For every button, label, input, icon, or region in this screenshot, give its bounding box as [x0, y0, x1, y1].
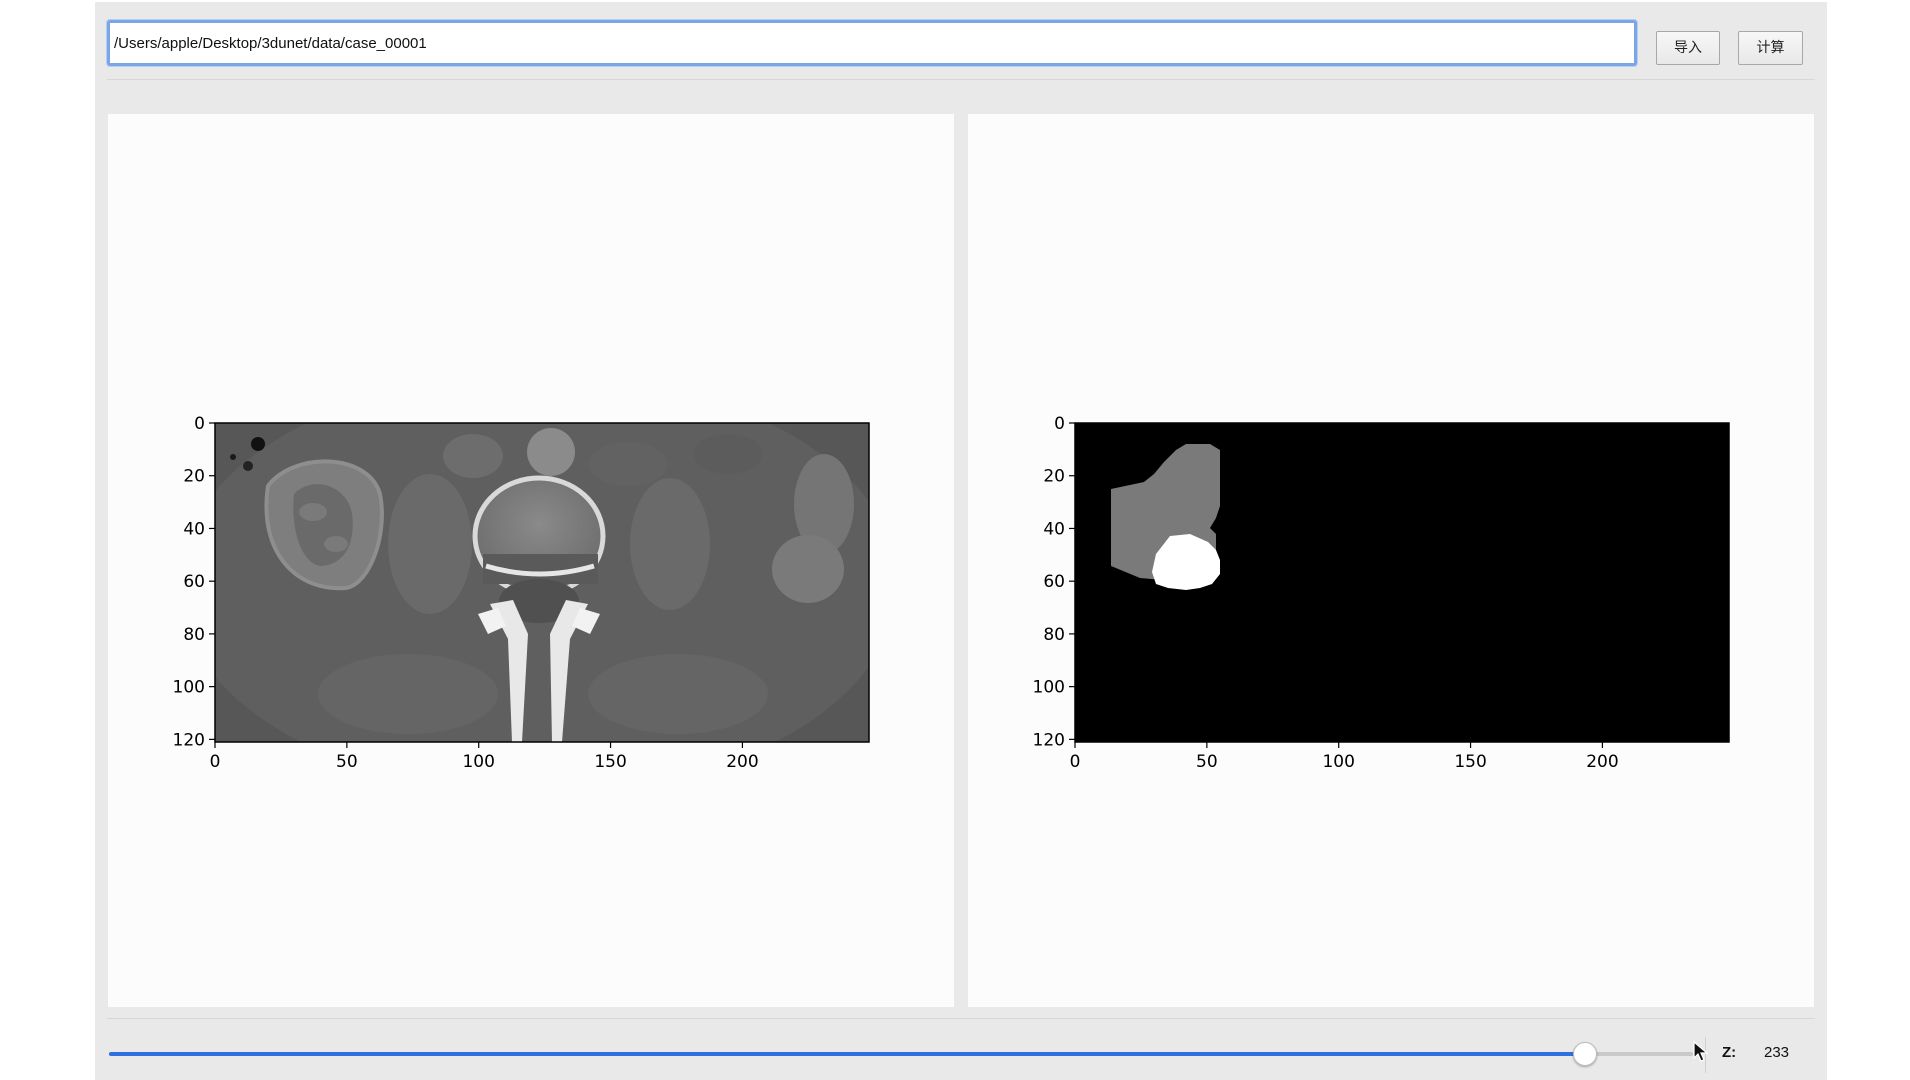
compute-button[interactable]: 计算 — [1738, 31, 1803, 65]
x-tick-label: 0 — [1070, 752, 1081, 772]
footer-divider — [107, 1018, 1815, 1019]
ct-y-axis: 0 20 40 60 80 100 120 — [173, 414, 215, 750]
segmentation-x-axis: 0 50 100 150 200 — [1070, 742, 1619, 772]
x-tick-label: 150 — [1454, 752, 1486, 772]
x-tick-label: 150 — [594, 752, 626, 772]
z-label: Z: — [1722, 1044, 1737, 1061]
ct-plot: 0 50 100 150 200 0 20 40 60 80 100 120 — [173, 414, 870, 772]
ct-x-axis: 0 50 100 150 200 — [210, 742, 759, 772]
ct-image-panel: 0 50 100 150 200 0 20 40 60 80 100 120 — [108, 114, 954, 1007]
z-value: 233 — [1764, 1044, 1790, 1061]
y-tick-label: 40 — [1043, 519, 1065, 539]
y-tick-label: 0 — [194, 414, 205, 434]
x-tick-label: 200 — [726, 752, 758, 772]
y-tick-label: 80 — [1043, 625, 1065, 645]
x-tick-label: 100 — [462, 752, 494, 772]
segmentation-plot: 0 50 100 150 200 0 20 40 60 80 100 120 — [1033, 414, 1730, 772]
x-tick-label: 100 — [1322, 752, 1354, 772]
z-slice-slider[interactable] — [109, 1042, 1693, 1066]
y-tick-label: 20 — [183, 467, 205, 487]
path-input[interactable] — [107, 20, 1637, 66]
segmentation-y-axis: 0 20 40 60 80 100 120 — [1033, 414, 1075, 750]
segmentation-panel: 0 50 100 150 200 0 20 40 60 80 100 120 — [968, 114, 1814, 1007]
y-tick-label: 80 — [183, 625, 205, 645]
y-tick-label: 100 — [173, 678, 205, 698]
y-tick-label: 0 — [1054, 414, 1065, 434]
slider-handle[interactable] — [1573, 1042, 1598, 1066]
y-tick-label: 40 — [183, 519, 205, 539]
x-tick-label: 0 — [210, 752, 221, 772]
import-button[interactable]: 导入 — [1656, 31, 1720, 65]
ct-scan-image — [215, 423, 869, 742]
y-tick-label: 100 — [1033, 678, 1065, 698]
y-tick-label: 60 — [183, 572, 205, 592]
mouse-pointer-icon — [1693, 1041, 1709, 1062]
toolbar-divider — [107, 79, 1815, 80]
y-tick-label: 60 — [1043, 572, 1065, 592]
y-tick-label: 120 — [1033, 730, 1065, 750]
app-window: 导入 计算 — [95, 2, 1827, 1080]
slider-fill — [109, 1052, 1586, 1056]
x-tick-label: 50 — [1196, 752, 1218, 772]
y-tick-label: 20 — [1043, 467, 1065, 487]
x-tick-label: 200 — [1586, 752, 1618, 772]
x-tick-label: 50 — [336, 752, 358, 772]
y-tick-label: 120 — [173, 730, 205, 750]
